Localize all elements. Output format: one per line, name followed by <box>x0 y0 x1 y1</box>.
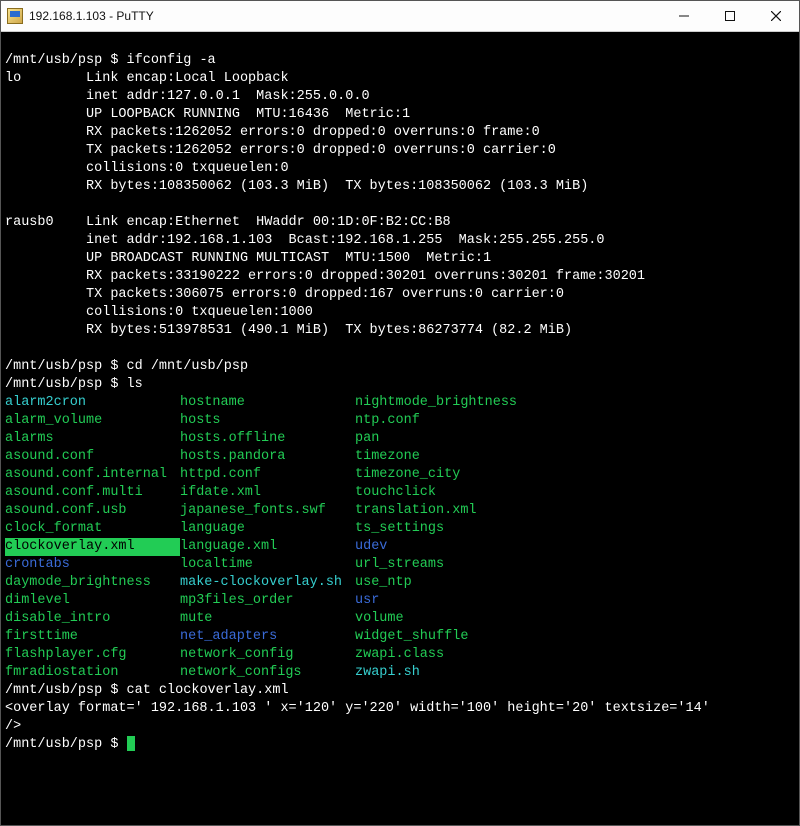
putty-window: 192.168.1.103 - PuTTY /mnt/usb/psp $ ifc… <box>0 0 800 826</box>
ls-entry: usr <box>355 592 555 610</box>
minimize-button[interactable] <box>661 1 707 31</box>
ls-entry: firsttime <box>5 628 180 646</box>
ls-entry: clockoverlay.xml <box>5 538 180 556</box>
maximize-button[interactable] <box>707 1 753 31</box>
cursor <box>127 736 135 751</box>
maximize-icon <box>725 11 735 21</box>
ls-entry: widget_shuffle <box>355 628 555 646</box>
ls-entry: udev <box>355 538 555 556</box>
ifconfig-lo: collisions:0 txqueuelen:0 <box>5 161 289 176</box>
ifconfig-rausb0: RX bytes:513978531 (490.1 MiB) TX bytes:… <box>5 323 572 338</box>
ls-entry: language <box>180 520 355 538</box>
ls-entry: asound.conf.multi <box>5 484 180 502</box>
ls-entry: translation.xml <box>355 502 555 520</box>
prompt-line: /mnt/usb/psp $ ls <box>5 377 143 392</box>
ls-entry: flashplayer.cfg <box>5 646 180 664</box>
ifconfig-lo: lo Link encap:Local Loopback <box>5 71 289 86</box>
ls-entry: disable_intro <box>5 610 180 628</box>
titlebar[interactable]: 192.168.1.103 - PuTTY <box>1 1 799 32</box>
close-icon <box>771 11 781 21</box>
ls-entry: ifdate.xml <box>180 484 355 502</box>
ls-entry: language.xml <box>180 538 355 556</box>
ls-entry: clock_format <box>5 520 180 538</box>
ifconfig-lo: UP LOOPBACK RUNNING MTU:16436 Metric:1 <box>5 107 410 122</box>
ifconfig-rausb0: inet addr:192.168.1.103 Bcast:192.168.1.… <box>5 233 605 248</box>
ls-entry: timezone_city <box>355 466 555 484</box>
blank-line <box>5 197 13 212</box>
ls-entry: use_ntp <box>355 574 555 592</box>
ls-entry: ntp.conf <box>355 412 555 430</box>
blank-line <box>5 341 13 356</box>
ls-entry: timezone <box>355 448 555 466</box>
ls-entry: asound.conf.internal <box>5 466 180 484</box>
ls-entry: mp3files_order <box>180 592 355 610</box>
ls-entry: mute <box>180 610 355 628</box>
ls-entry: asound.conf.usb <box>5 502 180 520</box>
ls-entry: volume <box>355 610 555 628</box>
ls-col-3: nightmode_brightnessntp.confpantimezonet… <box>355 394 555 682</box>
title-left: 192.168.1.103 - PuTTY <box>7 8 154 24</box>
window-title: 192.168.1.103 - PuTTY <box>29 9 154 23</box>
ls-entry: ts_settings <box>355 520 555 538</box>
ls-entry: asound.conf <box>5 448 180 466</box>
ls-entry: daymode_brightness <box>5 574 180 592</box>
ls-entry: dimlevel <box>5 592 180 610</box>
ls-entry: make-clockoverlay.sh <box>180 574 355 592</box>
ls-entry: hosts <box>180 412 355 430</box>
ls-entry: alarms <box>5 430 180 448</box>
ls-entry: zwapi.sh <box>355 664 555 682</box>
ifconfig-lo: inet addr:127.0.0.1 Mask:255.0.0.0 <box>5 89 370 104</box>
cat-output: /> <box>5 719 21 734</box>
ls-entry: alarm2cron <box>5 394 180 412</box>
ls-entry: url_streams <box>355 556 555 574</box>
ls-entry: japanese_fonts.swf <box>180 502 355 520</box>
ls-col-1: alarm2cronalarm_volumealarmsasound.confa… <box>5 394 180 682</box>
ifconfig-rausb0: RX packets:33190222 errors:0 dropped:302… <box>5 269 645 284</box>
ls-entry: alarm_volume <box>5 412 180 430</box>
ifconfig-rausb0: collisions:0 txqueuelen:1000 <box>5 305 313 320</box>
ls-col-2: hostnamehostshosts.offlinehosts.pandorah… <box>180 394 355 682</box>
ls-entry: touchclick <box>355 484 555 502</box>
window-buttons <box>661 1 799 31</box>
ifconfig-rausb0: UP BROADCAST RUNNING MULTICAST MTU:1500 … <box>5 251 491 266</box>
ls-entry: pan <box>355 430 555 448</box>
cat-output: <overlay format=' 192.168.1.103 ' x='120… <box>5 701 710 716</box>
ifconfig-rausb0: rausb0 Link encap:Ethernet HWaddr 00:1D:… <box>5 215 451 230</box>
prompt-line: /mnt/usb/psp $ cd /mnt/usb/psp <box>5 359 248 374</box>
ls-entry: hosts.pandora <box>180 448 355 466</box>
ls-entry: hosts.offline <box>180 430 355 448</box>
ls-entry: network_configs <box>180 664 355 682</box>
prompt-line: /mnt/usb/psp $ <box>5 737 135 752</box>
ifconfig-lo: RX packets:1262052 errors:0 dropped:0 ov… <box>5 125 540 140</box>
ifconfig-rausb0: TX packets:306075 errors:0 dropped:167 o… <box>5 287 564 302</box>
ls-listing: alarm2cronalarm_volumealarmsasound.confa… <box>5 394 795 682</box>
close-button[interactable] <box>753 1 799 31</box>
minimize-icon <box>679 11 689 21</box>
ifconfig-lo: TX packets:1262052 errors:0 dropped:0 ov… <box>5 143 556 158</box>
ls-entry: crontabs <box>5 556 180 574</box>
ls-entry: net_adapters <box>180 628 355 646</box>
ls-entry: httpd.conf <box>180 466 355 484</box>
ls-entry: nightmode_brightness <box>355 394 555 412</box>
ls-entry: hostname <box>180 394 355 412</box>
ifconfig-lo: RX bytes:108350062 (103.3 MiB) TX bytes:… <box>5 179 588 194</box>
ls-entry: zwapi.class <box>355 646 555 664</box>
prompt-line: /mnt/usb/psp $ cat clockoverlay.xml <box>5 683 289 698</box>
ls-entry: fmradiostation <box>5 664 180 682</box>
prompt-line: /mnt/usb/psp $ ifconfig -a <box>5 53 216 68</box>
putty-icon <box>7 8 23 24</box>
terminal-output[interactable]: /mnt/usb/psp $ ifconfig -a lo Link encap… <box>1 32 799 825</box>
ls-entry: network_config <box>180 646 355 664</box>
ls-entry: localtime <box>180 556 355 574</box>
